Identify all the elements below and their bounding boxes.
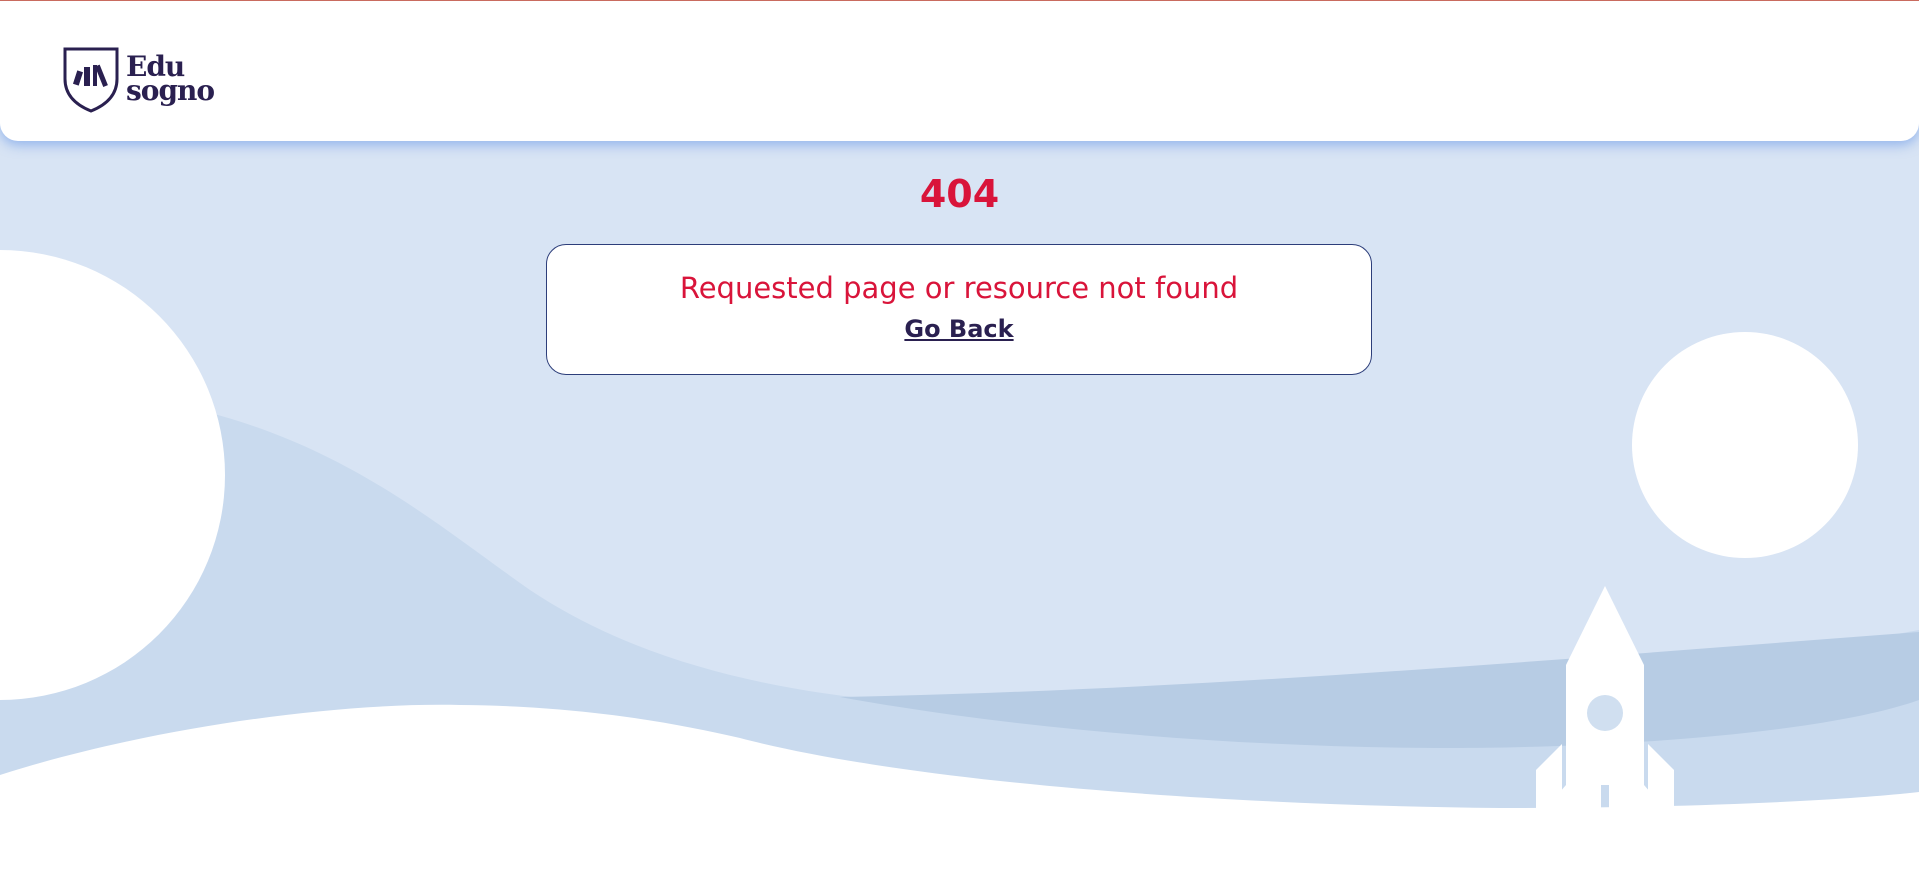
- site-header: Edu sogno: [0, 1, 1919, 141]
- logo-wordmark: Edu sogno: [126, 53, 215, 107]
- logo-line-2: sogno: [126, 74, 215, 107]
- error-code: 404: [919, 172, 1000, 216]
- top-accent-line: [0, 0, 1919, 1]
- error-card: Requested page or resource not found Go …: [546, 244, 1372, 375]
- shield-books-icon: [63, 47, 119, 113]
- error-message: Requested page or resource not found: [679, 271, 1239, 305]
- planet-right: [1632, 332, 1858, 558]
- logo-link[interactable]: Edu sogno: [62, 45, 215, 113]
- go-back-link[interactable]: Go Back: [904, 315, 1013, 343]
